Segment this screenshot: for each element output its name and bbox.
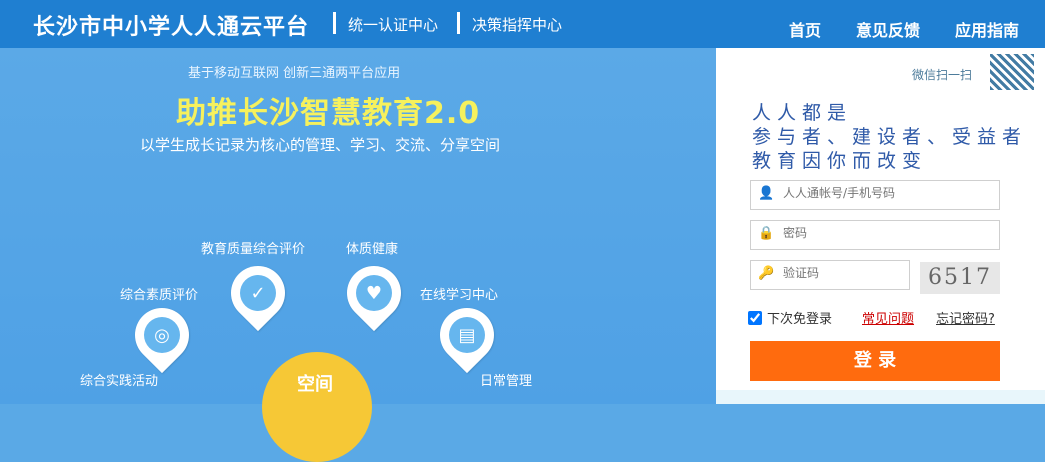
captcha-input[interactable] bbox=[781, 265, 905, 281]
top-header: 长沙市中小学人人通云平台 统一认证中心 决策指挥中心 首页 意见反馈 应用指南 bbox=[0, 0, 1045, 48]
nav-app-guide[interactable]: 应用指南 bbox=[955, 17, 1019, 41]
qr-code-icon[interactable] bbox=[990, 54, 1034, 90]
username-field[interactable]: 👤 bbox=[750, 180, 1000, 210]
captcha-image[interactable]: 6517 bbox=[920, 262, 1000, 294]
feature-label-daily-management: 日常管理 bbox=[480, 374, 533, 389]
nav-home[interactable]: 首页 bbox=[789, 17, 821, 41]
hero-top-line: 基于移动互联网 创新三通两平台应用 bbox=[188, 66, 401, 81]
username-input[interactable] bbox=[781, 185, 985, 201]
feature-label-practice-activities: 综合实践活动 bbox=[80, 374, 159, 389]
link-decision-command-center[interactable]: 决策指挥中心 bbox=[472, 14, 562, 35]
site-brand: 长沙市中小学人人通云平台 bbox=[33, 15, 310, 40]
remember-checkbox[interactable] bbox=[748, 311, 762, 325]
panel-bottom-strip bbox=[716, 390, 1045, 404]
login-button[interactable]: 登 录 bbox=[750, 341, 1000, 381]
lock-icon: 🔒 bbox=[758, 226, 775, 241]
feature-label-quality-comprehensive: 综合素质评价 bbox=[120, 288, 199, 303]
header-separator bbox=[457, 12, 460, 34]
header-separator bbox=[333, 12, 336, 34]
slogan-line-2: 参与者、建设者、受益者 bbox=[752, 126, 1028, 148]
wechat-scan-text[interactable]: 微信扫一扫 bbox=[912, 66, 972, 83]
feature-label-physical-health: 体质健康 bbox=[346, 242, 399, 257]
faq-link[interactable]: 常见问题 bbox=[862, 308, 914, 327]
forgot-password-link[interactable]: 忘记密码? bbox=[936, 308, 995, 327]
password-input[interactable] bbox=[781, 225, 985, 241]
password-field[interactable]: 🔒 bbox=[750, 220, 1000, 250]
remember-label: 下次免登录 bbox=[767, 312, 833, 327]
hero-subtitle: 以学生成长记录为核心的管理、学习、交流、分享空间 bbox=[140, 136, 501, 154]
user-icon: 👤 bbox=[758, 186, 775, 201]
feature-label-online-learning: 在线学习中心 bbox=[420, 288, 499, 303]
nav-feedback[interactable]: 意见反馈 bbox=[856, 17, 920, 41]
slogan-line-1: 人人都是 bbox=[752, 102, 853, 124]
captcha-field[interactable]: 🔑 bbox=[750, 260, 910, 290]
feature-label-quality-eval: 教育质量综合评价 bbox=[201, 242, 306, 257]
hero-title: 助推长沙智慧教育2.0 bbox=[176, 96, 481, 131]
space-hub-label: 空间 bbox=[297, 374, 333, 395]
space-hub-graphic bbox=[262, 352, 372, 462]
key-icon: 🔑 bbox=[758, 266, 775, 281]
slogan-line-3: 教育因你而改变 bbox=[752, 150, 928, 172]
link-unified-auth-center[interactable]: 统一认证中心 bbox=[348, 14, 438, 35]
